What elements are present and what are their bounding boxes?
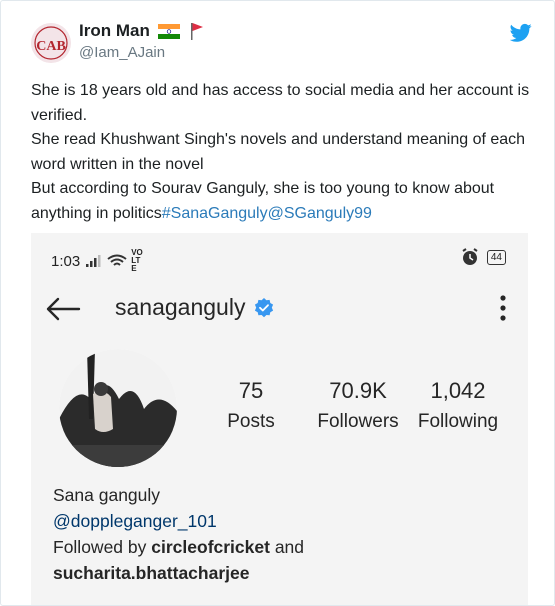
- follower-circleofcricket[interactable]: circleofcricket: [151, 537, 270, 557]
- volte-icon: VO LTE: [131, 248, 143, 273]
- following-label: Following: [417, 411, 499, 432]
- tweet-text: She is 18 years old and has access to so…: [31, 79, 531, 227]
- tweet-line-2: She read Khushwant Singh's novels and un…: [31, 131, 526, 173]
- hashtag-link[interactable]: #SanaGanguly: [162, 205, 268, 222]
- tweet-author: Iron Man @Iam_AJain: [79, 21, 204, 61]
- followers-count: 70.9K: [329, 378, 387, 403]
- phone-status-right: 44: [461, 248, 506, 266]
- followed-by-line: Followed by circleofcricket and: [53, 534, 304, 560]
- tweet-line-3: But according to Sourav Ganguly, she is …: [31, 177, 531, 226]
- india-flag-icon: [157, 23, 180, 39]
- profile-picture[interactable]: [59, 349, 177, 467]
- battery-icon: 44: [486, 249, 506, 265]
- wifi-icon: [107, 254, 127, 266]
- back-arrow-icon[interactable]: [45, 297, 81, 321]
- stat-following[interactable]: 1,042 Following: [413, 378, 503, 433]
- followed-by-prefix: Followed by: [53, 537, 147, 557]
- following-count: 1,042: [430, 378, 486, 403]
- instagram-screenshot[interactable]: 1:03 VO LTE 44 sanaganguly 75 Posts 70.9…: [31, 233, 528, 605]
- bio-link[interactable]: @doppleganger_101: [53, 508, 304, 534]
- author-name[interactable]: Iron Man: [79, 21, 150, 41]
- status-time: 1:03: [51, 252, 81, 270]
- red-flag-icon: [190, 23, 203, 40]
- followers-label: Followers: [317, 411, 399, 432]
- followed-by-and: and: [274, 537, 305, 557]
- more-options-icon[interactable]: [500, 295, 506, 321]
- author-avatar[interactable]: CAB: [31, 23, 71, 63]
- follower-sucharita[interactable]: sucharita.bhattacharjee: [53, 563, 249, 583]
- author-handle[interactable]: @Iam_AJain: [79, 44, 204, 61]
- tweet-line-1: She is 18 years old and has access to so…: [31, 82, 530, 124]
- posts-label: Posts: [227, 411, 275, 432]
- verified-badge-icon: [255, 297, 274, 317]
- mention-link[interactable]: @SGanguly99: [268, 205, 372, 222]
- tweet-card: CAB Iron Man @Iam_AJain She is 18 years …: [0, 0, 555, 606]
- alarm-icon: [462, 248, 478, 265]
- profile-header: sanaganguly: [31, 289, 528, 329]
- profile-username: sanaganguly: [115, 294, 246, 320]
- twitter-bird-icon[interactable]: [510, 23, 532, 43]
- avatar-logo-text: CAB: [36, 39, 66, 54]
- phone-status-bar: 1:03 VO LTE: [51, 249, 145, 273]
- bio-name: Sana ganguly: [53, 485, 161, 505]
- stat-followers[interactable]: 70.9K Followers: [311, 378, 405, 433]
- stat-posts[interactable]: 75 Posts: [216, 378, 286, 433]
- signal-icon: [86, 255, 101, 267]
- profile-bio: Sana ganguly @doppleganger_101 Followed …: [53, 482, 304, 586]
- posts-count: 75: [238, 378, 264, 403]
